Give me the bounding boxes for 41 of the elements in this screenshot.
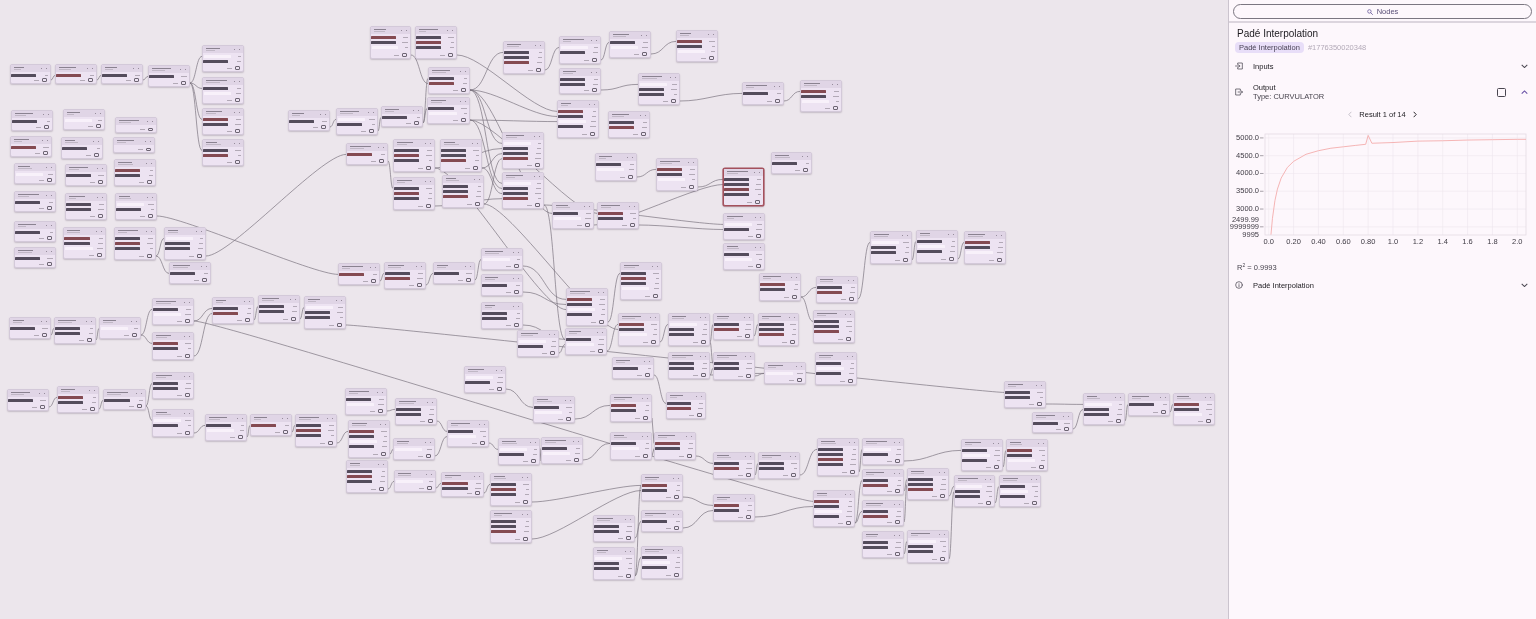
search-icon [1366, 8, 1373, 15]
connector-line [98, 400, 104, 410]
arrow-into-box-icon [1235, 62, 1243, 70]
connector-line [48, 397, 58, 408]
connector-line [96, 75, 102, 81]
connector-line [903, 541, 908, 555]
chevron-right-icon [1412, 110, 1417, 118]
connector-line [50, 75, 56, 81]
connector-line [1002, 450, 1007, 468]
connector-line [911, 241, 917, 261]
connector-line [387, 160, 394, 189]
checkbox[interactable] [1497, 87, 1506, 97]
connector-line [682, 510, 714, 529]
connector-line [957, 242, 965, 260]
connector-line [50, 328, 55, 336]
chevron-left-icon [1348, 110, 1353, 118]
connector-line [379, 273, 385, 282]
graph-node[interactable] [723, 168, 764, 206]
panel-title: Padé Interpolation [1237, 28, 1319, 40]
connector-line [1072, 409, 1084, 430]
connector-line [329, 119, 337, 128]
info-icon [1235, 281, 1243, 289]
arrow-out-of-box-icon [1235, 88, 1243, 96]
connector-line [994, 486, 1000, 504]
connector-line [600, 84, 639, 91]
connector-line [754, 506, 814, 518]
connector-line [1045, 403, 1084, 405]
connector-line [1124, 404, 1129, 422]
connector-line [858, 449, 863, 473]
connector-line [783, 91, 801, 102]
connector-line [903, 450, 962, 462]
connector-line [600, 42, 610, 61]
connector-line [679, 93, 743, 102]
connector-line [636, 169, 657, 178]
connector-line [142, 76, 149, 81]
connector-line [95, 328, 100, 341]
connector-line [650, 41, 677, 55]
connector-line [857, 242, 871, 300]
connector-line [1169, 404, 1174, 413]
next-button[interactable] [1411, 110, 1418, 118]
connector-line [377, 117, 382, 132]
